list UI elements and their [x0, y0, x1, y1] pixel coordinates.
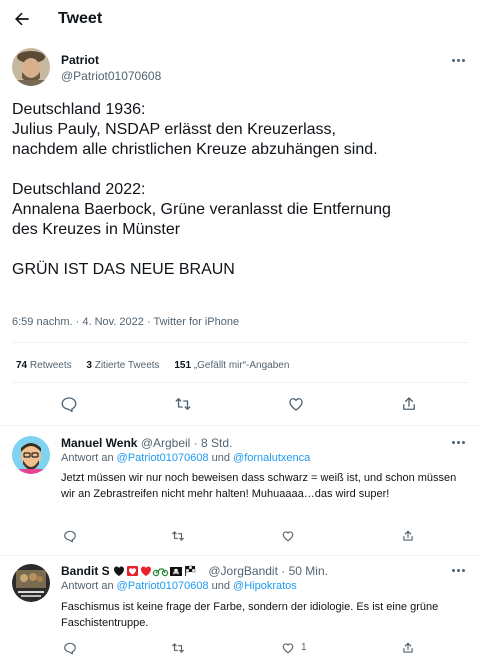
back-arrow-icon[interactable]	[12, 9, 32, 29]
reply-actions	[61, 529, 461, 545]
tweet-line: Annalena Baerbock, Grüne veranlasst die …	[12, 201, 391, 218]
tweet-line: des Kreuzes in Münster	[12, 221, 181, 238]
and-label: und	[211, 452, 230, 464]
reply-time[interactable]: 8 Std.	[201, 436, 232, 450]
tweet-line: nachdem alle christlichen Kreuze abzuhän…	[12, 141, 378, 158]
tweet-line: GRÜN IST DAS NEUE BRAUN	[12, 261, 235, 278]
reply-avatar[interactable]	[12, 436, 50, 474]
reply-icon[interactable]	[60, 395, 78, 413]
quotes-stat[interactable]: 3 Zitierte Tweets	[86, 360, 159, 371]
reply-time[interactable]: 50 Min.	[289, 564, 328, 578]
retweet-icon[interactable]	[174, 395, 192, 413]
reply-actions: 1	[61, 641, 461, 657]
emoji-icons	[113, 565, 205, 580]
reply-icon[interactable]	[63, 641, 77, 655]
reply-context: Antwort an @Patriot01070608 und @Hipokra…	[61, 580, 297, 592]
more-dots-icon[interactable]	[452, 58, 468, 64]
tweet-source[interactable]: Twitter for iPhone	[154, 316, 240, 328]
like-icon[interactable]	[281, 529, 295, 543]
reply-text: Faschismus ist keine frage der Farbe, so…	[61, 601, 439, 629]
reply-icon[interactable]	[63, 529, 77, 543]
tweet-paragraph: Deutschland 2022: Annalena Baerbock, Grü…	[12, 180, 472, 240]
tweet-line: Julius Pauly, NSDAP erlässt den Kreuzerl…	[12, 121, 336, 138]
divider	[0, 555, 481, 556]
reply-author-name[interactable]: Manuel Wenk	[61, 436, 137, 450]
and-label: und	[211, 580, 230, 592]
like-icon[interactable]	[281, 641, 295, 655]
divider	[12, 342, 469, 343]
meta-separator: ·	[75, 316, 80, 328]
top-bar: Tweet	[0, 0, 481, 40]
tweet-time[interactable]: 6:59 nachm.	[12, 316, 73, 328]
reply-author-handle[interactable]: @Argbeil	[141, 436, 191, 450]
reply-tweet[interactable]: Bandit S @JorgBandit · 50 Min. Antwort a…	[12, 564, 472, 669]
tweet-date[interactable]: 4. Nov. 2022	[82, 316, 144, 328]
mention-link[interactable]: @Hipokratos	[233, 580, 297, 592]
more-dots-icon[interactable]	[452, 568, 468, 574]
share-icon[interactable]	[400, 395, 418, 413]
divider	[0, 425, 481, 426]
mention-link[interactable]: @Patriot01070608	[117, 580, 209, 592]
mention-link[interactable]: @Patriot01070608	[117, 452, 209, 464]
share-icon[interactable]	[401, 641, 415, 655]
tweet-line: Deutschland 1936:	[12, 101, 146, 118]
retweet-icon[interactable]	[171, 641, 185, 655]
author-name[interactable]: Patriot	[61, 53, 99, 67]
tweet-text: Deutschland 1936: Julius Pauly, NSDAP er…	[12, 100, 472, 280]
reply-author-name[interactable]: Bandit S	[61, 564, 110, 578]
meta-separator: ·	[193, 436, 198, 450]
tweet-stats: 74 Retweets 3 Zitierte Tweets 151 „Gefäl…	[16, 360, 301, 371]
meta-separator: ·	[146, 316, 151, 328]
reply-text: Jetzt müssen wir nur noch beweisen dass …	[61, 472, 457, 500]
page-title: Tweet	[58, 10, 103, 27]
reply-header: Bandit S @JorgBandit · 50 Min.	[61, 564, 328, 580]
reply-context: Antwort an @Patriot01070608 und @fornalu…	[61, 452, 310, 464]
reply-tweet[interactable]: Manuel Wenk @Argbeil · 8 Std. Antwort an…	[12, 436, 472, 551]
tweet-paragraph: GRÜN IST DAS NEUE BRAUN	[12, 260, 472, 280]
share-icon[interactable]	[401, 529, 415, 543]
reply-to-label: Antwort an	[61, 580, 114, 592]
retweet-icon[interactable]	[171, 529, 185, 543]
reply-to-label: Antwort an	[61, 452, 114, 464]
tweet-actions	[0, 395, 481, 415]
retweets-stat[interactable]: 74 Retweets	[16, 360, 72, 371]
like-icon[interactable]	[287, 395, 305, 413]
tweet-meta: 6:59 nachm. · 4. Nov. 2022 · Twitter for…	[12, 316, 239, 328]
reply-author-handle[interactable]: @JorgBandit	[208, 564, 278, 578]
divider	[12, 382, 469, 383]
mention-link[interactable]: @fornalutxenca	[233, 452, 310, 464]
tweet-author: Patriot @Patriot01070608	[12, 48, 472, 92]
like-count: 1	[301, 642, 307, 653]
reply-avatar[interactable]	[12, 564, 50, 602]
reply-header: Manuel Wenk @Argbeil · 8 Std.	[61, 436, 232, 450]
tweet-paragraph: Deutschland 1936: Julius Pauly, NSDAP er…	[12, 100, 472, 160]
author-handle[interactable]: @Patriot01070608	[61, 69, 161, 83]
meta-separator: ·	[281, 564, 286, 578]
likes-stat[interactable]: 151 „Gefällt mir“-Angaben	[174, 360, 289, 371]
author-avatar[interactable]	[12, 48, 50, 86]
tweet-line: Deutschland 2022:	[12, 181, 146, 198]
more-dots-icon[interactable]	[452, 440, 468, 446]
